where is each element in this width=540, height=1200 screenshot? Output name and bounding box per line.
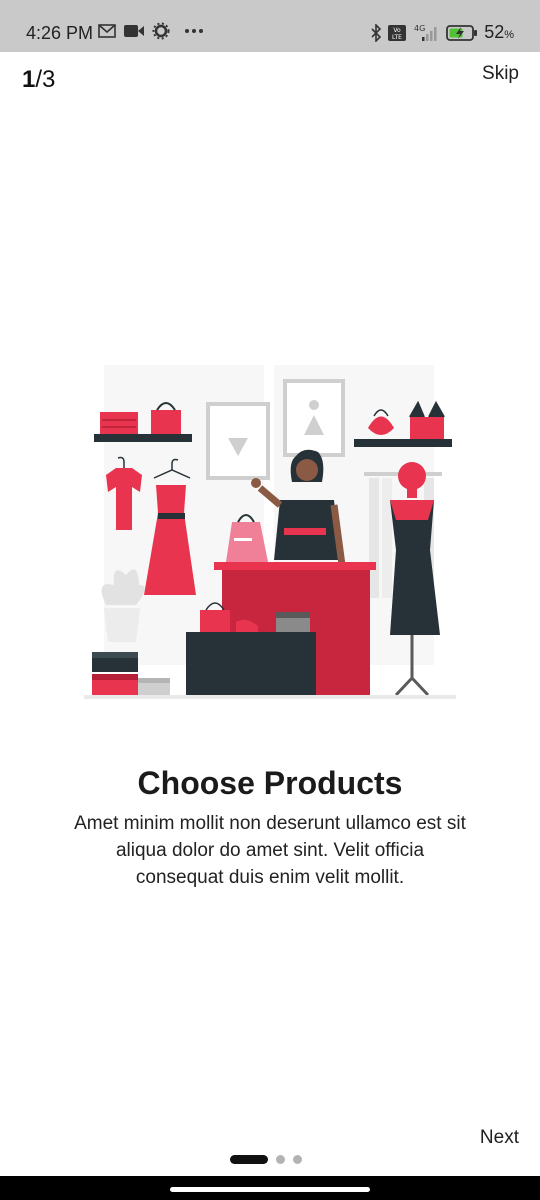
shop-illustration (84, 365, 456, 699)
gmail-icon (98, 24, 116, 38)
svg-text:Vo: Vo (394, 27, 402, 34)
svg-text:4G: 4G (414, 24, 425, 33)
next-button[interactable]: Next (480, 1127, 519, 1149)
status-time: 4:26 PM (26, 23, 94, 43)
page-indicator: 1/3 (22, 66, 55, 94)
home-indicator[interactable] (170, 1187, 370, 1192)
signal-icon: 4G (414, 24, 437, 41)
page-total: /3 (35, 66, 56, 93)
system-nav-bar (0, 1176, 540, 1200)
settings-icon (152, 22, 170, 40)
video-icon (124, 25, 144, 37)
onboarding-title: Choose Products (137, 765, 403, 801)
bluetooth-icon (371, 23, 382, 42)
page-dot-active[interactable] (230, 1155, 268, 1164)
skip-button[interactable]: Skip (482, 63, 519, 85)
onboarding-description: Amet minim mollit non deserunt ullamco e… (74, 813, 466, 888)
status-left-icons (98, 22, 204, 40)
svg-text:LTE: LTE (392, 34, 402, 41)
battery-percent: 52% (484, 22, 514, 42)
status-bar: 4:26 PM Vo LTE 4G 52% (0, 0, 540, 52)
volte-icon: VoLTE (388, 24, 407, 41)
page-dot[interactable] (293, 1155, 302, 1164)
current-page: 1 (22, 66, 36, 93)
page-dot[interactable] (276, 1155, 285, 1164)
more-icon (185, 29, 203, 33)
battery-charging-icon (446, 24, 478, 41)
page-dots (230, 1155, 302, 1164)
status-right-icons: Vo LTE 4G 52% (370, 22, 514, 43)
